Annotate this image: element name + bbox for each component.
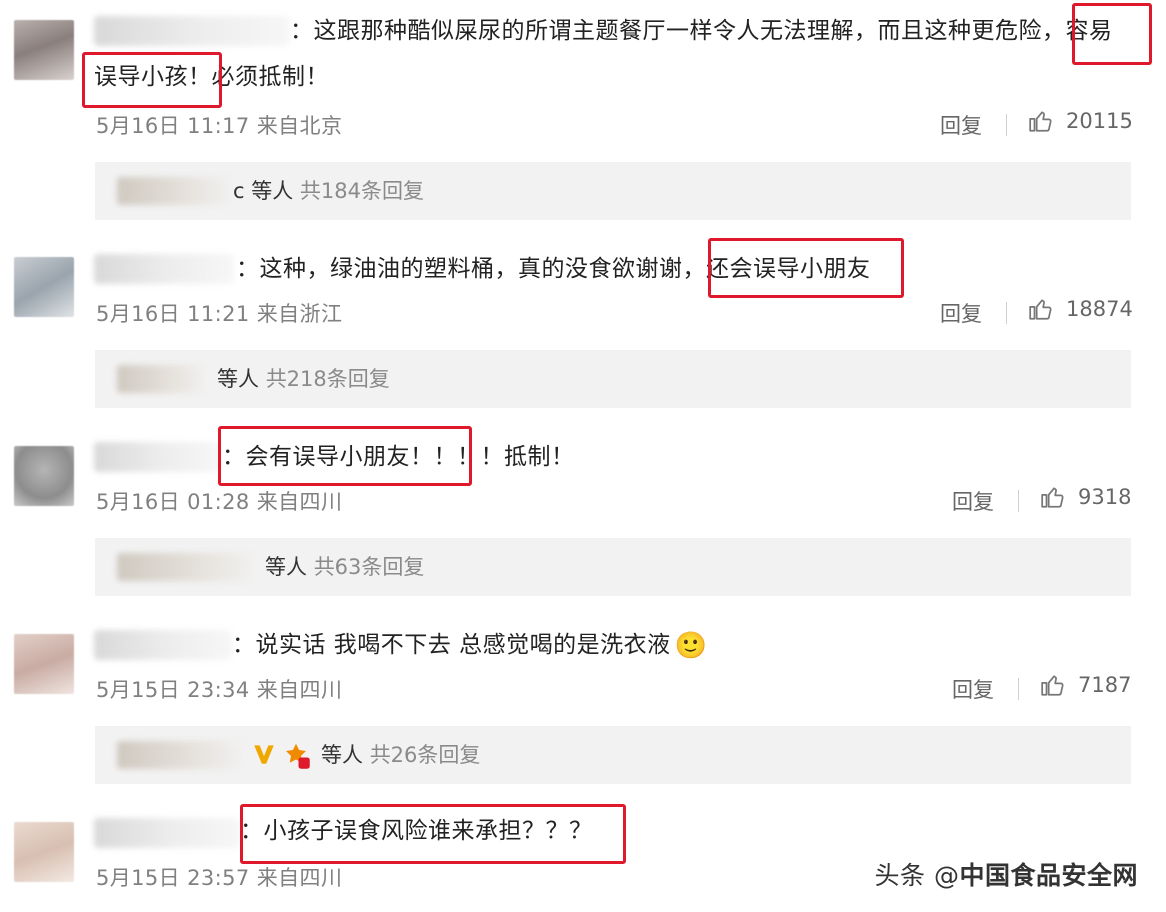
divider: [1006, 114, 1007, 136]
reply-button[interactable]: 回复: [940, 298, 982, 328]
like-button[interactable]: 18874: [1028, 296, 1133, 322]
like-button[interactable]: 7187: [1040, 672, 1131, 698]
like-button[interactable]: 20115: [1028, 108, 1133, 134]
divider: [1018, 678, 1019, 700]
username-blurred[interactable]: [94, 442, 220, 472]
reply-button[interactable]: 回复: [952, 674, 994, 704]
avatar[interactable]: [14, 822, 74, 882]
replies-summary-text: 等人 共63条回复: [265, 555, 425, 579]
like-count: 20115: [1066, 109, 1133, 133]
highlight-box: [708, 238, 904, 298]
username-blurred[interactable]: [94, 16, 290, 46]
comment-meta: 5月16日 11:21 来自浙江: [96, 302, 343, 326]
highlight-box: [240, 804, 626, 864]
comment-meta: 5月16日 11:17 来自北京: [96, 114, 343, 138]
avatar[interactable]: [14, 446, 74, 506]
replies-summary-text: 等人 共26条回复: [321, 743, 481, 767]
replies-summary[interactable]: c 等人 共184条回复: [95, 162, 1131, 220]
thumbs-up-icon: [1029, 111, 1052, 132]
reply-count: 共63条回复: [313, 555, 425, 579]
replies-summary-text: 等人 共218条回复: [217, 367, 390, 391]
username-blurred[interactable]: [94, 630, 232, 660]
replies-summary-text: c 等人 共184条回复: [233, 179, 425, 203]
watermark: 头条 @中国食品安全网: [875, 856, 1138, 892]
like-count: 18874: [1066, 297, 1133, 321]
like-button[interactable]: 9318: [1040, 484, 1131, 510]
replies-summary[interactable]: 等人 共26条回复: [95, 726, 1131, 784]
comment-meta: 5月15日 23:34 来自四川: [96, 678, 343, 702]
reply-button[interactable]: 回复: [940, 110, 982, 140]
avatar[interactable]: [14, 257, 74, 317]
replies-summary[interactable]: 等人 共218条回复: [95, 350, 1131, 408]
replies-summary[interactable]: 等人 共63条回复: [95, 538, 1131, 596]
watermark-name: 中国食品安全网: [959, 861, 1138, 890]
watermark-prefix: 头条 @: [874, 861, 960, 890]
avatar[interactable]: [14, 634, 74, 694]
comment-text: ：说实话 我喝不下去 总感觉喝的是洗衣液 🙂: [232, 631, 708, 661]
member-badge-icon: [286, 743, 310, 769]
highlight-box: [1072, 3, 1152, 65]
reply-users-blurred: [117, 741, 247, 769]
reply-count: 共184条回复: [299, 179, 425, 203]
smile-emoji-icon: 🙂: [674, 631, 708, 661]
reply-users-blurred: [117, 553, 259, 581]
like-count: 7187: [1078, 673, 1132, 697]
like-count: 9318: [1078, 485, 1132, 509]
avatar[interactable]: [14, 20, 74, 80]
reply-count: 共218条回复: [265, 367, 390, 391]
reply-users-blurred: [117, 177, 235, 205]
verified-v-icon: [254, 745, 274, 764]
reply-button[interactable]: 回复: [952, 486, 994, 516]
thumbs-up-icon: [1041, 487, 1064, 508]
comment-text: ：这跟那种酷似屎尿的所谓主题餐厅一样令人无法理解，而且这种更危险，容易: [290, 18, 1113, 44]
screenshot-root: { "comments": [ { "text": "：这跟那种酷似屎尿的所谓主…: [0, 0, 1166, 912]
highlight-box: [82, 52, 222, 108]
comment-meta: 5月16日 01:28 来自四川: [96, 490, 343, 514]
comment-meta: 5月15日 23:57 来自四川: [96, 866, 343, 890]
divider: [1018, 490, 1019, 512]
highlight-box: [218, 426, 472, 486]
reply-count: 共26条回复: [369, 743, 481, 767]
divider: [1006, 302, 1007, 324]
reply-users-blurred: [117, 365, 209, 393]
username-blurred[interactable]: [94, 818, 240, 848]
thumbs-up-icon: [1029, 299, 1052, 320]
username-blurred[interactable]: [94, 254, 234, 284]
thumbs-up-icon: [1041, 675, 1064, 696]
